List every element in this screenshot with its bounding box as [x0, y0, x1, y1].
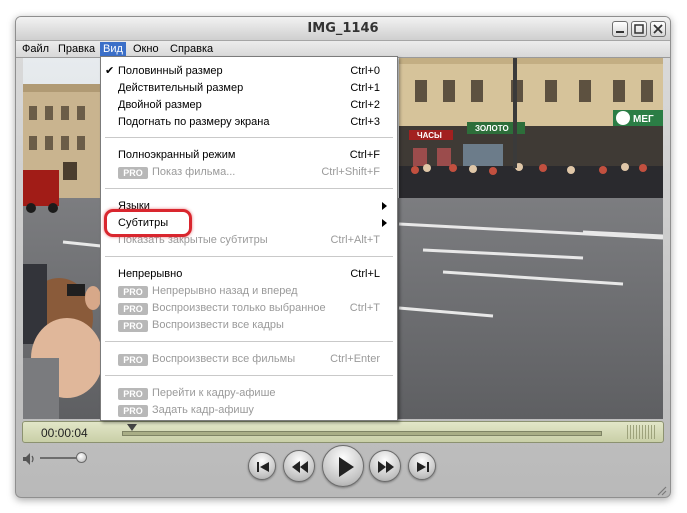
menu-item-label: Воспроизвести все кадры — [152, 319, 284, 331]
pro-badge: PRO — [118, 354, 148, 366]
skip-to-end-button[interactable] — [408, 452, 436, 480]
pro-badge: PRO — [118, 286, 148, 298]
checkmark-icon: ✔ — [105, 65, 115, 77]
rewind-button[interactable] — [283, 450, 315, 482]
scrubber-bar[interactable]: 00:00:04 — [22, 421, 664, 443]
menu-window[interactable]: Окно — [130, 42, 162, 57]
menu-item-shortcut: Ctrl+0 — [350, 65, 380, 77]
volume-slider[interactable] — [40, 457, 80, 459]
pro-badge: PRO — [118, 320, 148, 332]
menu-item-label: Полноэкранный режим — [118, 149, 236, 161]
menu-item-fullscreen[interactable]: Полноэкранный режим Ctrl+F — [101, 147, 397, 164]
menu-item-label: Задать кадр-афишу — [152, 404, 254, 416]
menu-item-set-poster-frame: PRO Задать кадр-афишу — [101, 402, 397, 419]
pro-badge: PRO — [118, 405, 148, 417]
pro-badge: PRO — [118, 388, 148, 400]
pro-badge: PRO — [118, 167, 148, 179]
skip-to-start-icon — [257, 462, 269, 472]
fast-forward-button[interactable] — [369, 450, 401, 482]
menu-separator — [105, 341, 393, 342]
menu-item-label: Двойной размер — [118, 99, 202, 111]
menu-item-label: Воспроизвести только выбранное — [152, 302, 326, 314]
submenu-arrow-icon — [382, 202, 387, 210]
skip-to-end-icon — [417, 462, 429, 472]
menu-item-shortcut: Ctrl+Enter — [330, 353, 380, 365]
menu-item-play-all-frames: PRO Воспроизвести все кадры — [101, 317, 397, 334]
minimize-icon — [616, 31, 624, 33]
menu-separator — [105, 137, 393, 138]
pro-badge: PRO — [118, 303, 148, 315]
menu-item-play-all-movies: PRO Воспроизвести все фильмы Ctrl+Enter — [101, 351, 397, 368]
menu-item-shortcut: Ctrl+3 — [350, 116, 380, 128]
sign-text: ЗОЛОТО — [475, 124, 509, 133]
window-title: IMG_1146 — [307, 21, 379, 36]
menu-separator — [105, 188, 393, 189]
menu-item-label: Перейти к кадру-афише — [152, 387, 276, 399]
menu-item-loop[interactable]: Непрерывно Ctrl+L — [101, 266, 397, 283]
menu-item-label: Показ фильма... — [152, 166, 236, 178]
close-icon — [653, 24, 663, 34]
close-button[interactable] — [650, 21, 666, 37]
submenu-arrow-icon — [382, 219, 387, 227]
sign-text: МЕГ — [633, 114, 654, 125]
play-icon — [339, 457, 354, 477]
volume-knob[interactable] — [76, 452, 87, 463]
speaker-icon[interactable] — [22, 452, 36, 466]
title-bar[interactable]: IMG_1146 — [16, 17, 670, 41]
skip-to-start-button[interactable] — [248, 452, 276, 480]
menu-item-shortcut: Ctrl+F — [349, 149, 380, 161]
current-time: 00:00:04 — [41, 426, 88, 440]
menu-separator — [105, 375, 393, 376]
menu-item-half-size[interactable]: ✔ Половинный размер Ctrl+0 — [101, 63, 397, 80]
menu-item-shortcut: Ctrl+1 — [350, 82, 380, 94]
sign-text: ЧАСЫ — [417, 131, 442, 140]
playback-controls — [16, 443, 670, 497]
menu-item-shortcut: Ctrl+T — [349, 302, 380, 314]
menu-item-go-to-poster-frame: PRO Перейти к кадру-афише — [101, 385, 397, 402]
resize-grip-icon[interactable] — [655, 484, 667, 496]
timeline-track[interactable] — [122, 431, 602, 436]
playhead-marker[interactable] — [126, 424, 137, 431]
menu-item-play-selection: PRO Воспроизвести только выбранное Ctrl+… — [101, 300, 397, 317]
menu-item-fit-to-screen[interactable]: Подогнать по размеру экрана Ctrl+3 — [101, 114, 397, 131]
menu-item-shortcut: Ctrl+Alt+T — [330, 234, 380, 246]
subtitles-highlight-ring — [104, 209, 192, 237]
menu-item-actual-size[interactable]: Действительный размер Ctrl+1 — [101, 80, 397, 97]
menu-file[interactable]: Файл — [19, 42, 52, 57]
view-menu-dropdown: ✔ Половинный размер Ctrl+0 Действительны… — [100, 56, 398, 421]
menu-edit[interactable]: Правка — [55, 42, 98, 57]
menu-item-label: Действительный размер — [118, 82, 244, 94]
menu-view[interactable]: Вид — [100, 42, 126, 57]
maximize-button[interactable] — [631, 21, 647, 37]
menu-separator — [105, 256, 393, 257]
fast-forward-icon — [378, 461, 394, 473]
menu-item-shortcut: Ctrl+2 — [350, 99, 380, 111]
menu-item-shortcut: Ctrl+Shift+F — [321, 166, 380, 178]
rewind-icon — [292, 461, 308, 473]
menu-item-shortcut: Ctrl+L — [350, 268, 380, 280]
menu-item-label: Половинный размер — [118, 65, 223, 77]
menu-item-double-size[interactable]: Двойной размер Ctrl+2 — [101, 97, 397, 114]
menu-item-label: Воспроизвести все фильмы — [152, 353, 296, 365]
menu-item-label: Непрерывно назад и вперед — [152, 285, 298, 297]
menu-item-loop-back-forth: PRO Непрерывно назад и вперед — [101, 283, 397, 300]
maximize-icon — [634, 24, 644, 34]
minimize-button[interactable] — [612, 21, 628, 37]
scrubber-grip — [627, 425, 657, 439]
menu-item-present-movie: PRO Показ фильма... Ctrl+Shift+F — [101, 164, 397, 181]
menu-item-label: Непрерывно — [118, 268, 183, 280]
menu-item-label: Подогнать по размеру экрана — [118, 116, 270, 128]
play-button[interactable] — [322, 445, 364, 487]
menu-help[interactable]: Справка — [167, 42, 216, 57]
